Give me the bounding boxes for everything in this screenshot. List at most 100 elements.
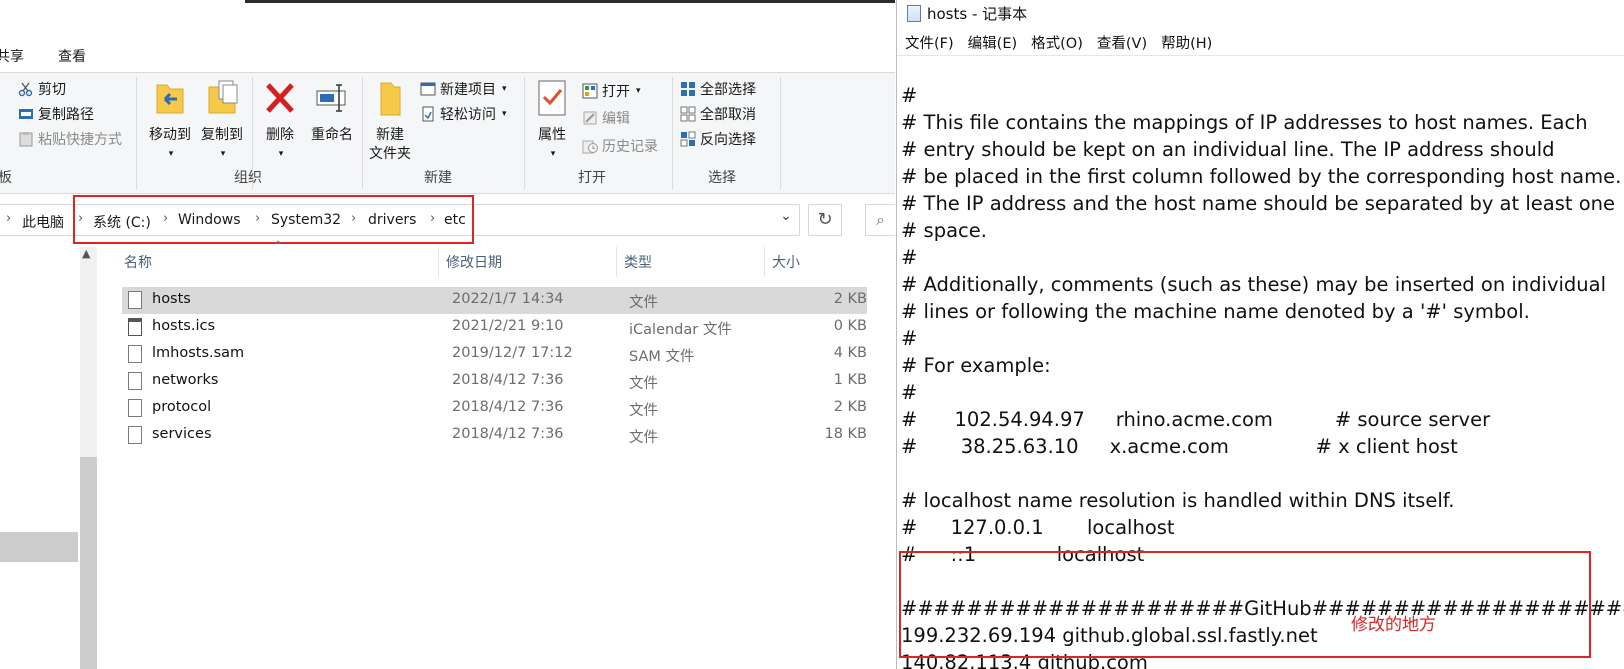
file-name: lmhosts.sam (152, 345, 245, 361)
file-icon (128, 399, 142, 417)
file-size: 2 KB (833, 399, 867, 415)
ribbon: 剪切 复制路径 粘贴快捷方式 板 移动到 ▾ 复制到 ▾ 删除 ▾ 重命名 组织… (0, 72, 895, 194)
file-type: 文件 (629, 376, 658, 392)
menu-divider (897, 55, 1624, 56)
select-none-icon (680, 106, 696, 122)
refresh-button[interactable]: ↻ (808, 204, 842, 236)
column-size[interactable]: 大小 (772, 252, 800, 272)
new-folder-icon (380, 82, 401, 116)
file-date: 2019/12/7 17:12 (452, 345, 573, 361)
file-size: 18 KB (824, 426, 867, 442)
file-icon (128, 291, 142, 309)
file-explorer-window: 共享 查看 剪切 复制路径 粘贴快捷方式 板 移动到 ▾ 复制到 ▾ 删除 ▾ … (0, 0, 895, 669)
history-button[interactable]: 历史记录 (582, 136, 658, 156)
ribbon-divider (524, 77, 525, 189)
column-date[interactable]: 修改日期 (446, 252, 502, 272)
column-type[interactable]: 类型 (624, 252, 652, 272)
move-to-label: 移动到 (149, 127, 191, 143)
delete-button[interactable]: 删除 ▾ (258, 79, 302, 164)
menu-file[interactable]: 文件(F) (905, 32, 954, 54)
paste-shortcut-label: 粘贴快捷方式 (38, 132, 122, 148)
group-select-label: 选择 (708, 170, 736, 186)
new-item-button[interactable]: 新建项目 ▾ (420, 79, 507, 99)
file-size: 1 KB (833, 372, 867, 388)
paste-shortcut-button[interactable]: 粘贴快捷方式 (18, 129, 122, 149)
search-icon[interactable]: ⌕ (865, 204, 895, 236)
file-row[interactable]: services 2018/4/12 7:36 文件 18 KB (122, 422, 867, 449)
file-date: 2022/1/7 14:34 (452, 291, 564, 307)
rename-icon (316, 84, 346, 112)
file-size: 2 KB (833, 291, 867, 307)
cut-button[interactable]: 剪切 (18, 79, 66, 99)
copy-to-icon (208, 80, 238, 114)
chevron-right-icon: › (6, 211, 12, 226)
notepad-title: hosts - 记事本 (927, 5, 1028, 23)
menu-view[interactable]: 查看(V) (1097, 32, 1147, 54)
open-button[interactable]: 打开 ▾ (582, 81, 641, 101)
properties-button[interactable]: 属性 ▾ (530, 79, 574, 164)
file-row[interactable]: hosts 2022/1/7 14:34 文件 2 KB (122, 287, 867, 314)
file-name: services (152, 426, 212, 442)
rename-label: 重命名 (311, 127, 353, 143)
ribbon-divider (780, 77, 781, 189)
file-row[interactable]: protocol 2018/4/12 7:36 文件 2 KB (122, 395, 867, 422)
scrollbar-thumb[interactable] (80, 457, 97, 669)
move-to-button[interactable]: 移动到 ▾ (144, 79, 196, 164)
file-type: 文件 (629, 430, 658, 446)
scroll-up-arrow-icon[interactable]: ▲ (82, 247, 90, 260)
copy-path-icon (19, 109, 33, 119)
move-to-icon (156, 84, 184, 114)
notepad-icon (907, 5, 921, 22)
properties-icon (538, 80, 566, 116)
group-organize-label: 组织 (234, 170, 262, 186)
modified-lines-highlight-box (899, 551, 1591, 658)
breadcrumb-this-pc[interactable]: 此电脑 (22, 212, 64, 232)
rename-button[interactable]: 重命名 (304, 79, 360, 145)
tab-view[interactable]: 查看 (58, 46, 86, 66)
file-icon (128, 426, 142, 444)
file-date: 2018/4/12 7:36 (452, 372, 564, 388)
copy-to-button[interactable]: 复制到 ▾ (196, 79, 248, 164)
delete-label: 删除 (266, 127, 294, 143)
calendar-file-icon (128, 318, 142, 336)
file-date: 2018/4/12 7:36 (452, 399, 564, 415)
file-name: hosts.ics (152, 318, 216, 334)
column-name[interactable]: 名称 (124, 252, 152, 272)
history-label: 历史记录 (602, 139, 658, 155)
edit-icon (583, 111, 597, 125)
file-icon (128, 372, 142, 390)
menu-format[interactable]: 格式(O) (1031, 32, 1083, 54)
notepad-window: hosts - 记事本 文件(F) 编辑(E) 格式(O) 查看(V) 帮助(H… (896, 0, 1624, 669)
copy-path-label: 复制路径 (38, 107, 94, 123)
menu-edit[interactable]: 编辑(E) (968, 32, 1017, 54)
select-none-label: 全部取消 (700, 107, 756, 123)
easy-access-label: 轻松访问 (440, 107, 496, 123)
select-all-button[interactable]: 全部选择 (680, 79, 756, 99)
copy-path-button[interactable]: 复制路径 (18, 104, 94, 124)
select-none-button[interactable]: 全部取消 (680, 104, 756, 124)
select-all-label: 全部选择 (700, 82, 756, 98)
history-icon (582, 140, 598, 154)
file-row[interactable]: hosts.ics 2021/2/21 9:10 iCalendar 文件 0 … (122, 314, 867, 341)
file-icon (128, 345, 142, 363)
navigation-scrollbar[interactable]: ▲ (80, 247, 97, 669)
navigation-selected-item[interactable] (0, 532, 78, 562)
tab-share[interactable]: 共享 (0, 46, 24, 66)
modified-annotation: 修改的地方 (1351, 615, 1436, 635)
group-open-label: 打开 (578, 170, 606, 186)
easy-access-button[interactable]: 轻松访问 ▾ (420, 104, 507, 124)
address-history-dropdown[interactable]: ⌄ (776, 208, 796, 232)
ribbon-divider (136, 77, 137, 189)
invert-selection-button[interactable]: 反向选择 (680, 129, 756, 149)
new-item-label: 新建项目 (440, 82, 496, 98)
new-folder-button[interactable]: 新建 文件夹 (364, 79, 416, 164)
new-folder-label-line1: 新建 (376, 127, 404, 143)
file-row[interactable]: networks 2018/4/12 7:36 文件 1 KB (122, 368, 867, 395)
menu-help[interactable]: 帮助(H) (1161, 32, 1212, 54)
select-all-icon (681, 82, 695, 96)
invert-selection-label: 反向选择 (700, 132, 756, 148)
edit-button[interactable]: 编辑 (582, 108, 630, 128)
cut-label: 剪切 (38, 82, 66, 98)
file-row[interactable]: lmhosts.sam 2019/12/7 17:12 SAM 文件 4 KB (122, 341, 867, 368)
file-name: networks (152, 372, 219, 388)
